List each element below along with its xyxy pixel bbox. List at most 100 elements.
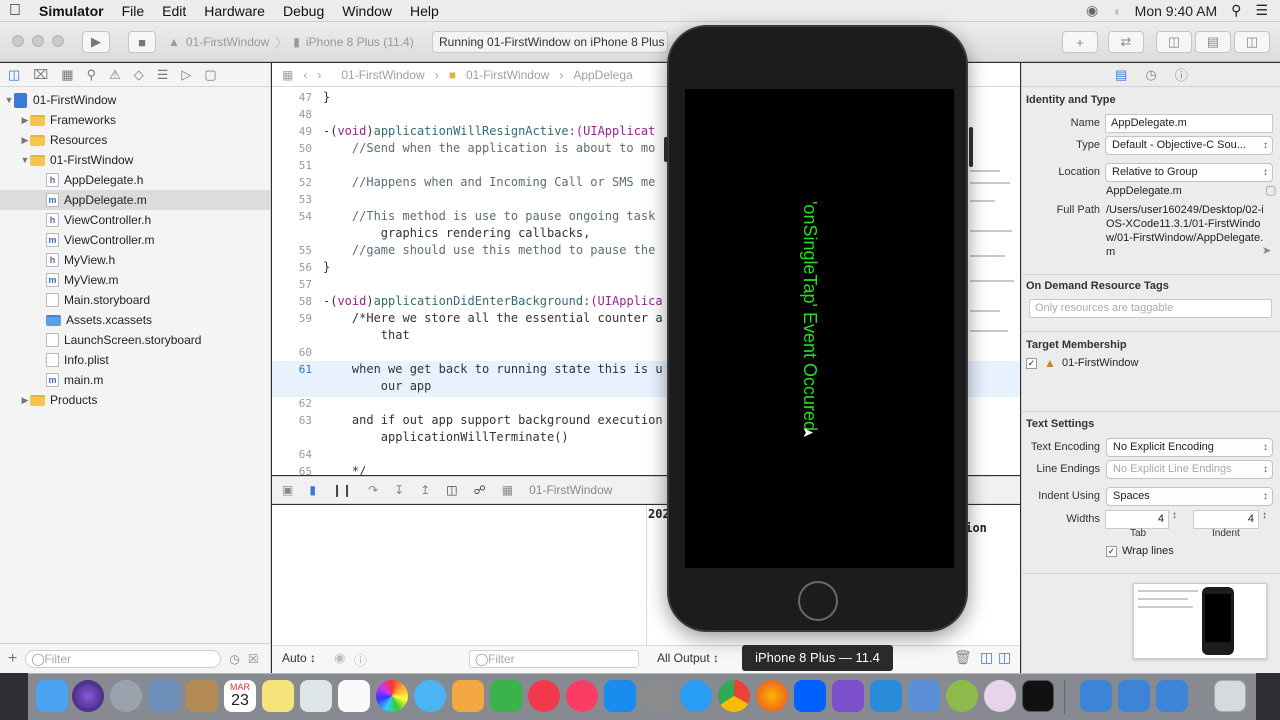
name-field[interactable]: AppDelegate.m <box>1105 114 1273 133</box>
reveal-in-finder-icon[interactable]: ➤ <box>1262 244 1271 257</box>
line-number[interactable]: 53 <box>272 193 312 206</box>
hide-debug-area-icon[interactable]: ▣ <box>282 483 293 497</box>
menu-app-simulator[interactable]: Simulator <box>30 0 113 22</box>
disclosure-icon[interactable]: ▶ <box>20 115 30 126</box>
notes-icon[interactable] <box>262 680 294 712</box>
toggle-navigator-button[interactable]: ◫ <box>1156 31 1192 53</box>
line-number[interactable]: 63 <box>272 414 312 427</box>
breadcrumb-group[interactable]: 01-FirstWindow <box>466 68 549 82</box>
back-icon[interactable]: ‹ <box>303 68 307 82</box>
tree-item-file[interactable]: m main.m <box>0 370 270 390</box>
membership-checkbox[interactable]: ✓ <box>1026 358 1037 369</box>
test-icon[interactable]: ◇ <box>134 67 144 83</box>
add-icon[interactable]: + <box>8 650 17 668</box>
tab-width-field[interactable]: 4 <box>1105 510 1169 529</box>
show-variables-icon[interactable]: ◫ <box>980 649 993 666</box>
tree-item-group[interactable]: ▼ 01-FirstWindow <box>0 150 270 170</box>
disclosure-icon[interactable]: ▼ <box>20 155 30 165</box>
contacts-icon[interactable] <box>186 680 218 712</box>
numbers-icon[interactable] <box>490 680 522 712</box>
eye-icon[interactable]: ◉ <box>334 650 345 666</box>
folder-icon[interactable]: ◫ <box>8 67 20 83</box>
iphone-simulator[interactable]: 'onSingleTap' Event Occured ➤ <box>664 25 973 632</box>
stop-button[interactable]: ■ <box>128 31 156 53</box>
menu-file[interactable]: File <box>113 0 154 22</box>
menu-debug[interactable]: Debug <box>274 0 333 22</box>
line-number[interactable]: 62 <box>272 397 312 410</box>
reminders-icon[interactable] <box>338 680 370 712</box>
pause-icon[interactable]: ❙❙ <box>332 483 352 497</box>
line-number[interactable]: 47 <box>272 91 312 104</box>
calendar-icon[interactable]: MAR 23 <box>224 680 256 712</box>
forward-icon[interactable]: › <box>317 68 321 82</box>
debug-target[interactable]: 01-FirstWindow <box>529 483 612 497</box>
tree-item-products[interactable]: ▶ Products <box>0 390 270 410</box>
menu-edit[interactable]: Edit <box>153 0 195 22</box>
toggle-debug-area-button[interactable]: ▤ <box>1195 31 1231 53</box>
tree-item-file[interactable]: Info.plist <box>0 350 270 370</box>
type-select[interactable]: Default - Objective-C Sou... <box>1105 136 1273 155</box>
preview-icon[interactable] <box>148 680 180 712</box>
launchpad-icon[interactable] <box>110 680 142 712</box>
terminal-icon[interactable] <box>1022 680 1054 712</box>
tree-item-file[interactable]: m ViewController.m <box>0 230 270 250</box>
step-over-icon[interactable]: ↷ <box>368 483 378 497</box>
breakpoint-icon[interactable]: ▷ <box>181 67 191 83</box>
debug-icon[interactable]: ☰ <box>157 67 169 83</box>
android-studio-icon[interactable] <box>946 680 978 712</box>
firefox-icon[interactable] <box>756 680 788 712</box>
power-button[interactable] <box>969 127 973 167</box>
line-number[interactable]: 56 <box>272 261 312 274</box>
line-number[interactable]: 57 <box>272 278 312 291</box>
xcode-document-icon-2[interactable] <box>1118 680 1150 712</box>
vscode-icon[interactable] <box>870 680 902 712</box>
app-store-icon[interactable] <box>604 680 636 712</box>
variables-filter-input[interactable]: ◯ Filter <box>469 650 639 668</box>
indent-width-field[interactable]: 4 <box>1193 510 1259 529</box>
step-into-icon[interactable]: ↧ <box>394 483 404 497</box>
dropbox-icon[interactable] <box>794 680 826 712</box>
indent-width-stepper[interactable]: ↕ <box>1262 510 1267 521</box>
tree-item-file[interactable]: h ViewController.h <box>0 210 270 230</box>
finder-icon[interactable] <box>36 680 68 712</box>
notification-center-icon[interactable]: ☰ <box>1255 2 1268 19</box>
disclosure-icon[interactable]: ▶ <box>20 135 30 146</box>
reveal-folder-icon[interactable]: ▢ <box>1265 183 1276 197</box>
tree-item-file[interactable]: Main.storyboard <box>0 290 270 310</box>
tree-item-file-selected[interactable]: m AppDelegate.m <box>0 190 270 210</box>
line-number[interactable]: 61 <box>272 363 312 376</box>
home-button[interactable] <box>798 581 838 621</box>
navigator-filter-input[interactable]: ◯ Filter <box>25 649 222 668</box>
disclosure-icon[interactable]: ▶ <box>20 395 30 406</box>
wrap-lines-checkbox[interactable]: ✓ <box>1106 546 1117 557</box>
minimize-window-button[interactable] <box>32 35 44 47</box>
zoom-window-button[interactable] <box>52 35 64 47</box>
photos-icon[interactable] <box>376 680 408 712</box>
symbol-icon[interactable]: ▦ <box>61 67 73 83</box>
spotlight-search-icon[interactable]: ⚲ <box>1231 2 1241 19</box>
line-number[interactable]: 50 <box>272 142 312 155</box>
tree-item-resources[interactable]: ▶ Resources <box>0 130 270 150</box>
xcode-document-icon[interactable] <box>1080 680 1112 712</box>
news-icon[interactable] <box>528 680 560 712</box>
tree-item-frameworks[interactable]: ▶ Frameworks <box>0 110 270 130</box>
maps-icon[interactable] <box>300 680 332 712</box>
console-output-select[interactable]: All Output ↕ <box>657 651 719 665</box>
creative-cloud-icon[interactable]: ◉ <box>1086 2 1098 19</box>
line-number[interactable]: 55 <box>272 244 312 257</box>
system-preferences-icon[interactable] <box>642 680 674 712</box>
menu-hardware[interactable]: Hardware <box>195 0 274 22</box>
tree-item-file[interactable]: LaunchScreen.storyboard <box>0 330 270 350</box>
search-icon[interactable]: ⚲ <box>87 67 97 83</box>
encoding-select[interactable]: No Explicit Encoding <box>1106 438 1273 457</box>
line-number[interactable]: 59 <box>272 312 312 325</box>
breakpoints-toggle-icon[interactable]: ▮ <box>309 483 316 497</box>
line-number[interactable]: 49 <box>272 125 312 138</box>
file-inspector-icon[interactable]: ▤ <box>1115 67 1127 83</box>
disclosure-icon[interactable]: ▼ <box>4 95 14 105</box>
siri-icon[interactable] <box>72 680 104 712</box>
resource-tags-field[interactable]: Only resources are taggable <box>1029 299 1272 318</box>
source-control-icon[interactable]: ⌧ <box>33 67 48 83</box>
music-icon[interactable] <box>566 680 598 712</box>
wifi-icon[interactable]: ◖ <box>1112 3 1120 19</box>
